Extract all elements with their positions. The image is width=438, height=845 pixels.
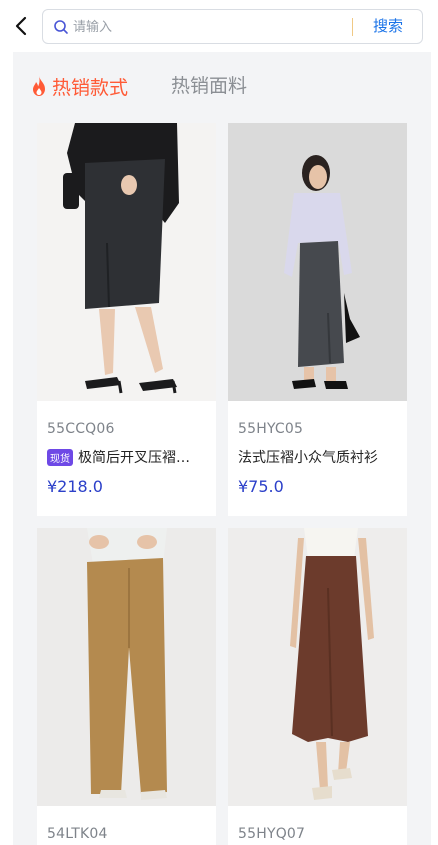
product-title: 法式压褶小众气质衬衫 — [238, 450, 378, 466]
product-card[interactable]: 54LTK04 — [37, 528, 216, 845]
tab-hot-fabrics[interactable]: 热销面料 — [171, 72, 247, 100]
chevron-left-icon — [15, 16, 27, 36]
product-image — [37, 528, 216, 806]
product-title: 极简后开叉压褶… — [78, 450, 190, 466]
product-card[interactable]: 55HYQ07 — [228, 528, 407, 845]
search-button[interactable]: 搜索 — [354, 10, 422, 43]
product-code: 54LTK04 — [47, 826, 108, 842]
search-box: 搜索 — [42, 9, 423, 44]
product-image — [228, 123, 407, 401]
tab-hot-styles[interactable]: 热销款式 — [30, 72, 128, 100]
product-name: 现货 极简后开叉压褶… — [47, 446, 212, 468]
search-icon — [54, 20, 68, 34]
fire-icon — [33, 76, 45, 96]
search-divider — [352, 18, 353, 36]
search-input[interactable] — [73, 15, 343, 39]
product-code: 55HYC05 — [238, 421, 304, 437]
product-card[interactable]: 55CCQ06 现货 极简后开叉压褶… ¥218.0 — [37, 123, 216, 516]
category-tabs: 热销款式 热销面料 — [13, 52, 431, 120]
back-button[interactable] — [12, 14, 32, 38]
product-price: ¥218.0 — [47, 477, 103, 496]
tab-label: 热销款式 — [52, 76, 129, 99]
product-image — [228, 528, 407, 806]
product-image — [37, 123, 216, 401]
top-bar: 搜索 — [0, 0, 438, 52]
product-code: 55CCQ06 — [47, 421, 115, 437]
product-code: 55HYQ07 — [238, 826, 306, 842]
product-name: 法式压褶小众气质衬衫 — [238, 446, 403, 468]
product-card[interactable]: 55HYC05 法式压褶小众气质衬衫 ¥75.0 — [228, 123, 407, 516]
in-stock-badge: 现货 — [47, 448, 73, 466]
product-price: ¥75.0 — [238, 477, 284, 496]
